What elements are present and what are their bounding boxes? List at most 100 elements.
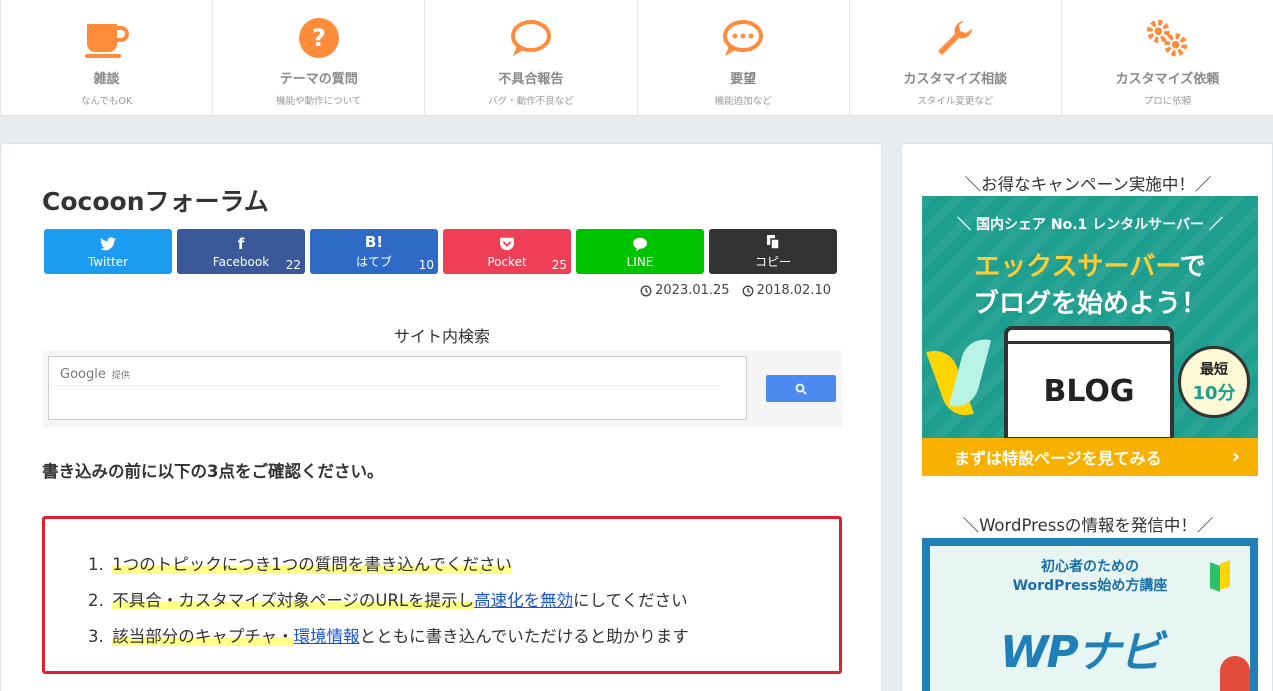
banner-brand: エックスサーバー bbox=[974, 252, 1180, 282]
time-badge-value: 10分 bbox=[1192, 383, 1236, 404]
banner-top-text: ＼ 国内シェア No.1 レンタルサーバー ／ bbox=[957, 217, 1223, 233]
plant-illustration bbox=[1220, 656, 1250, 691]
search-button[interactable] bbox=[766, 375, 836, 402]
category-customize-consult[interactable]: カスタマイズ相談 スタイル変更など bbox=[848, 0, 1061, 115]
site-search-title: サイト内検索 bbox=[393, 327, 490, 346]
monitor-bar bbox=[1008, 330, 1170, 344]
share-label: Pocket bbox=[487, 254, 527, 269]
twitter-icon bbox=[100, 235, 116, 253]
clock-icon bbox=[742, 285, 754, 296]
sidebar: ＼お得なキャンペーン実施中！／ ＼ 国内シェア No.1 レンタルサーバー ／ … bbox=[901, 143, 1273, 691]
category-nav: 雑談 なんでもOK ? テーマの質問 機能や動作について 不具合報告 バグ・動作… bbox=[0, 0, 1273, 116]
share-count: 22 bbox=[285, 258, 301, 272]
rule-number: 3. bbox=[88, 627, 104, 646]
page-title: Cocoonフォーラム bbox=[42, 187, 269, 216]
category-title: 要望 bbox=[730, 72, 757, 87]
wpnavi-banner-inner: 初心者のための WordPress始め方講座 WPナビ bbox=[930, 546, 1250, 691]
share-label: LINE bbox=[626, 254, 654, 269]
rule-text-post: とともに書き込んでいただけると助かります bbox=[359, 627, 689, 646]
rule-text: 該当部分のキャプチャ・ bbox=[112, 627, 294, 646]
share-twitter-button[interactable]: Twitter bbox=[44, 229, 172, 274]
share-count: 10 bbox=[418, 258, 434, 272]
rule-text: 1つのトピックにつき1つの質問を書き込んでください bbox=[112, 555, 512, 574]
search-input[interactable]: Google 提供 bbox=[48, 356, 747, 420]
speech-bubble-icon bbox=[507, 16, 555, 60]
rule-item: 2. 不具合・カスタマイズ対象ページのURLを提示し高速化を無効にしてください bbox=[88, 587, 689, 623]
google-logo: Google 提供 bbox=[60, 367, 130, 382]
widget-title-wordpress: ＼WordPressの情報を発信中！／ bbox=[962, 516, 1214, 535]
environment-info-link[interactable]: 環境情報 bbox=[294, 627, 360, 646]
share-label: Facebook bbox=[212, 254, 270, 269]
disable-cache-link[interactable]: 高速化を無効 bbox=[474, 591, 573, 610]
share-label: はてブ bbox=[355, 255, 392, 269]
category-request[interactable]: 要望 機能追加など bbox=[636, 0, 849, 115]
share-facebook-button[interactable]: f Facebook 22 bbox=[177, 229, 305, 274]
rule-item: 1. 1つのトピックにつき1つの質問を書き込んでください bbox=[88, 551, 689, 587]
wpnavi-logo: WPナビ bbox=[1000, 627, 1163, 678]
rule-number: 1. bbox=[88, 555, 104, 574]
rule-item: 3. 該当部分のキャプチャ・環境情報とともに書き込んでいただけると助かります bbox=[88, 623, 689, 659]
category-title: カスタマイズ相談 bbox=[903, 72, 1008, 87]
category-bug-report[interactable]: 不具合報告 バグ・動作不良など bbox=[424, 0, 636, 115]
category-chat[interactable]: 雑談 なんでもOK bbox=[0, 0, 212, 115]
banner-headline: エックスサーバーで bbox=[922, 246, 1258, 283]
google-logo-text: Google bbox=[60, 367, 106, 382]
category-subtitle: 機能追加など bbox=[714, 96, 772, 107]
category-title: テーマの質問 bbox=[279, 72, 358, 87]
widget-title-campaign: ＼お得なキャンペーン実施中！／ bbox=[964, 175, 1212, 194]
category-subtitle: プロに依頼 bbox=[1143, 96, 1192, 107]
category-title: 雑談 bbox=[93, 72, 120, 87]
monitor-illustration: BLOG bbox=[1004, 326, 1174, 441]
category-subtitle: なんでもOK bbox=[80, 96, 133, 107]
pocket-icon bbox=[499, 235, 515, 253]
xserver-banner[interactable]: ＼ 国内シェア No.1 レンタルサーバー ／ エックスサーバーで ブログを始め… bbox=[922, 196, 1258, 476]
banner-brand-suffix: で bbox=[1179, 252, 1206, 282]
wrench-icon bbox=[931, 16, 979, 60]
rules-list: 1. 1つのトピックにつき1つの質問を書き込んでください 2. 不具合・カスタマ… bbox=[88, 551, 689, 659]
published-date: 2018.02.10 bbox=[742, 283, 831, 298]
share-label: Twitter bbox=[87, 254, 129, 269]
time-badge: 最短 10分 bbox=[1178, 346, 1250, 418]
category-subtitle: バグ・動作不良など bbox=[488, 96, 574, 107]
rules-box: 1. 1つのトピックにつき1つの質問を書き込んでください 2. 不具合・カスタマ… bbox=[42, 516, 842, 674]
monitor-text: BLOG bbox=[1043, 374, 1135, 409]
updated-date-text: 2023.01.25 bbox=[655, 283, 730, 298]
notice-heading: 書き込みの前に以下の3点をご確認ください。 bbox=[42, 462, 384, 481]
wpnavi-subtitle: 初心者のための WordPress始め方講座 bbox=[930, 558, 1250, 596]
category-subtitle: 機能や動作について bbox=[276, 96, 362, 107]
question-circle-icon: ? bbox=[295, 16, 343, 60]
published-date-text: 2018.02.10 bbox=[756, 283, 831, 298]
rule-number: 2. bbox=[88, 591, 104, 610]
google-search-box: Google 提供 bbox=[42, 351, 842, 427]
rule-text: 不具合・カスタマイズ対象ページのURLを提示し bbox=[112, 591, 475, 610]
search-icon bbox=[795, 383, 807, 394]
search-input-field bbox=[50, 358, 720, 386]
share-pocket-button[interactable]: Pocket 25 bbox=[443, 229, 571, 274]
chat-dots-icon bbox=[719, 16, 767, 60]
coffee-cup-icon bbox=[83, 16, 131, 60]
svg-text:?: ? bbox=[312, 24, 326, 52]
chevron-right-icon: › bbox=[1231, 444, 1240, 468]
share-line-button[interactable]: LINE bbox=[576, 229, 704, 274]
category-title: 不具合報告 bbox=[498, 72, 564, 87]
banner-cta[interactable]: まずは特設ページを見てみる › bbox=[922, 438, 1258, 476]
share-hatena-button[interactable]: B! はてブ 10 bbox=[310, 229, 438, 274]
wpnavi-subtitle-line1: 初心者のための bbox=[1041, 559, 1139, 575]
banner-headline-2: ブログを始めよう！ bbox=[972, 289, 1207, 319]
category-customize-request[interactable]: カスタマイズ依頼 プロに依頼 bbox=[1060, 0, 1273, 115]
copy-icon bbox=[766, 233, 780, 251]
line-icon bbox=[632, 235, 648, 253]
updated-date: 2023.01.25 bbox=[640, 283, 730, 298]
facebook-icon: f bbox=[237, 234, 245, 253]
copy-url-button[interactable]: コピー bbox=[709, 229, 837, 274]
wpnavi-subtitle-line2: WordPress始め方講座 bbox=[1012, 578, 1168, 594]
rule-text-post: にしてください bbox=[573, 591, 688, 610]
history-icon bbox=[640, 285, 652, 296]
beginner-mark-icon bbox=[1210, 562, 1220, 592]
category-title: カスタマイズ依頼 bbox=[1115, 72, 1220, 87]
category-theme-question[interactable]: ? テーマの質問 機能や動作について bbox=[212, 0, 424, 115]
wpnavi-banner[interactable]: 初心者のための WordPress始め方講座 WPナビ bbox=[922, 538, 1258, 691]
post-dates: 2023.01.25 2018.02.10 bbox=[640, 283, 831, 298]
share-count: 25 bbox=[551, 258, 567, 272]
hatena-icon: B! bbox=[364, 233, 384, 251]
